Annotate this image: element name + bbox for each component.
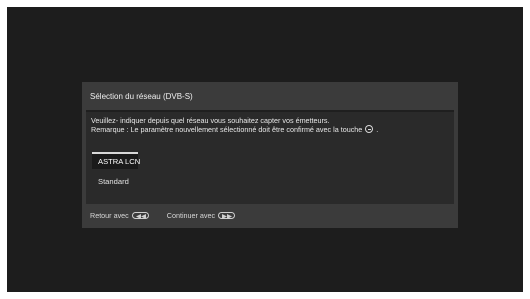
continue-label: Continuer avec [166,211,216,220]
ok-button-icon [365,125,374,133]
back-label: Retour avec [90,211,129,220]
back-hint[interactable]: Retour avec [90,211,149,220]
option-standard[interactable]: Standard [92,173,135,190]
instruction-text: Veuillez- indiquer depuis quel réseau vo… [91,116,330,125]
rewind-button-icon [131,212,149,219]
option-astra-lcn[interactable]: ASTRA LCN [92,152,140,169]
network-selection-dialog: Sélection du réseau (DVB-S) Veuillez- in… [82,82,458,228]
note-text-main: Remarque : Le paramètre nouvellement sél… [91,125,363,134]
note-text: Remarque : Le paramètre nouvellement sél… [91,125,378,134]
dialog-footer: Retour avec Continuer avec [90,211,236,220]
note-text-end: . [376,125,379,134]
tv-screen: Sélection du réseau (DVB-S) Veuillez- in… [7,7,523,292]
fast-forward-button-icon [218,212,236,219]
continue-hint[interactable]: Continuer avec [166,211,236,220]
dialog-title: Sélection du réseau (DVB-S) [90,92,193,101]
content-panel: Veuillez- indiquer depuis quel réseau vo… [86,112,454,204]
